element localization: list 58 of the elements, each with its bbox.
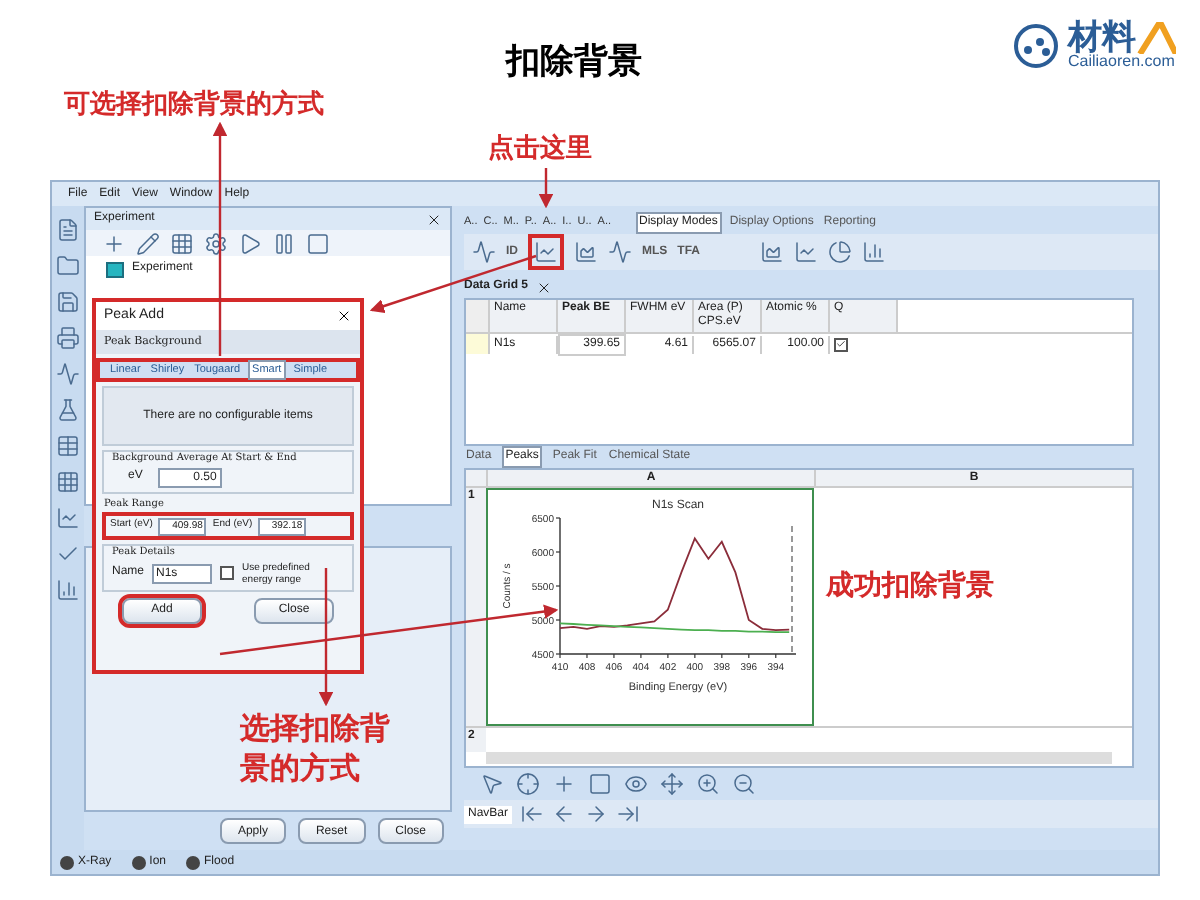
pointer-icon[interactable] [480, 772, 504, 796]
annotation-text: 点击这里 [488, 130, 592, 166]
move-icon[interactable] [660, 772, 684, 796]
slash-logo-icon [1136, 22, 1176, 54]
close-icon[interactable] [536, 279, 553, 295]
slide-title: 扣除背景 [506, 40, 642, 84]
area-chart-icon[interactable] [760, 240, 785, 264]
status-light-icon [131, 855, 146, 869]
crosshair-icon[interactable] [516, 772, 540, 796]
area-icon[interactable] [574, 240, 598, 264]
molecule-logo-icon [1012, 21, 1060, 69]
close-icon[interactable] [336, 308, 352, 324]
experiment-tree-icon [106, 261, 124, 277]
save-icon[interactable] [56, 290, 80, 314]
eye-icon[interactable] [624, 772, 648, 796]
logo-domain: .com [1140, 54, 1175, 70]
table-icon[interactable] [56, 434, 80, 458]
zoom-in-icon[interactable] [696, 772, 720, 796]
status-light-icon [186, 855, 201, 869]
plus-icon[interactable] [552, 772, 576, 796]
flask-icon[interactable] [56, 398, 80, 422]
play-icon[interactable] [238, 231, 262, 255]
bar-chart-icon[interactable] [56, 578, 80, 602]
wave-icon[interactable] [608, 240, 632, 264]
arrow [538, 168, 554, 209]
spectrum-icon[interactable] [56, 362, 80, 386]
checkbox[interactable] [220, 566, 235, 580]
bar-chart-icon[interactable] [862, 240, 887, 264]
logo-mark: 材料 [1068, 20, 1136, 54]
pie-chart-icon[interactable] [828, 240, 853, 264]
peak-icon[interactable] [534, 240, 558, 264]
check-icon[interactable] [56, 542, 80, 566]
zoom-out-icon[interactable] [732, 772, 756, 796]
pause-icon[interactable] [272, 231, 296, 255]
peak-tool-button[interactable] [528, 234, 564, 270]
forward-icon[interactable] [584, 802, 609, 826]
first-icon[interactable] [520, 802, 545, 826]
plus-icon[interactable] [102, 231, 126, 255]
annotation-text: 成功扣除背景 [826, 566, 994, 604]
chart-icon[interactable] [56, 506, 80, 530]
last-icon[interactable] [616, 802, 641, 826]
annotation-text: 可选择扣除背景的方式 [64, 86, 324, 122]
document-icon[interactable] [56, 218, 80, 242]
close-icon[interactable] [426, 211, 442, 227]
line-chart-icon[interactable] [794, 240, 819, 264]
status-light-icon [60, 855, 74, 869]
printer-icon[interactable] [56, 326, 80, 350]
stop-icon[interactable] [306, 231, 330, 255]
logo-wordmark: Cailiaoren [1068, 54, 1141, 70]
settings-icon[interactable] [204, 231, 228, 255]
back-icon[interactable] [552, 802, 577, 826]
grid-icon[interactable] [56, 470, 80, 494]
square-icon[interactable] [588, 772, 612, 796]
folder-icon[interactable] [56, 254, 80, 278]
pencil-icon[interactable] [136, 231, 160, 255]
annotation-text: 选择扣除背景的方式 [240, 710, 392, 790]
row-checkbox[interactable] [834, 337, 848, 351]
grid-icon[interactable] [170, 231, 194, 255]
